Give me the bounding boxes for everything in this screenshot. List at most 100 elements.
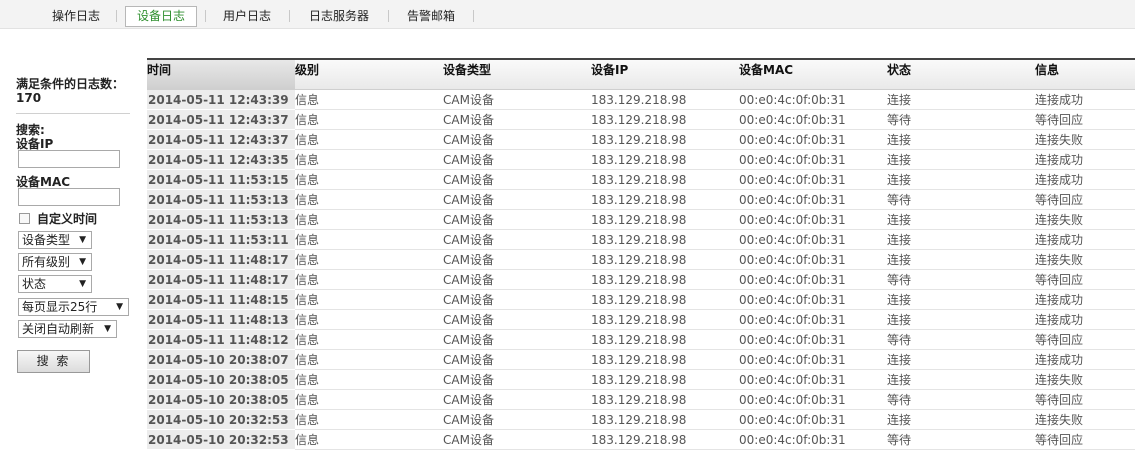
cell-device-type: CAM设备	[443, 289, 591, 310]
cell-device-type: CAM设备	[443, 249, 591, 270]
column-header-time[interactable]: 时间	[147, 58, 295, 90]
cell-device-type: CAM设备	[443, 129, 591, 150]
level-select-value: 所有级别	[22, 255, 71, 269]
cell-device-ip: 183.129.218.98	[591, 109, 739, 130]
table-row: 2014-05-11 11:48:12 信息 CAM设备 183.129.218.98…	[147, 329, 1135, 350]
log-count-label: 满足条件的日志数：	[16, 77, 125, 91]
cell-info: 等待回应	[1035, 429, 1135, 450]
cell-time: 2014-05-11 12:43:37	[147, 109, 295, 130]
tab-operation-log[interactable]: 操作日志	[48, 7, 104, 25]
cell-time: 2014-05-11 12:43:37	[147, 129, 295, 150]
tab-device-log[interactable]: 设备日志	[125, 6, 197, 27]
cell-time: 2014-05-11 11:48:17	[147, 249, 295, 270]
cell-device-type: CAM设备	[443, 149, 591, 170]
cell-device-ip: 183.129.218.98	[591, 89, 739, 110]
cell-status: 连接	[887, 89, 1035, 110]
device-mac-input[interactable]	[18, 188, 120, 206]
tab-user-log[interactable]: 用户日志	[219, 7, 275, 25]
cell-device-ip: 183.129.218.98	[591, 389, 739, 410]
search-button[interactable]: 搜 索	[17, 350, 90, 373]
cell-time: 2014-05-10 20:32:53	[147, 429, 295, 450]
cell-device-ip: 183.129.218.98	[591, 189, 739, 210]
device-ip-input[interactable]	[18, 150, 120, 168]
cell-info: 连接成功	[1035, 89, 1135, 110]
tab-alarm-mailbox[interactable]: 告警邮箱	[402, 7, 460, 25]
cell-level: 信息	[295, 369, 443, 390]
cell-device-mac: 00:e0:4c:0f:0b:31	[739, 89, 887, 110]
column-header-status[interactable]: 状态	[887, 58, 1035, 90]
cell-time: 2014-05-10 20:32:53	[147, 409, 295, 430]
table-row: 2014-05-10 20:38:05 信息 CAM设备 183.129.218.98…	[147, 389, 1135, 410]
cell-device-type: CAM设备	[443, 169, 591, 190]
column-header-device-type[interactable]: 设备类型	[443, 58, 591, 90]
column-header-info[interactable]: 信息	[1035, 58, 1135, 90]
cell-level: 信息	[295, 389, 443, 410]
cell-device-mac: 00:e0:4c:0f:0b:31	[739, 129, 887, 150]
cell-info: 等待回应	[1035, 269, 1135, 290]
cell-info: 等待回应	[1035, 329, 1135, 350]
cell-device-mac: 00:e0:4c:0f:0b:31	[739, 429, 887, 450]
sidebar-divider	[16, 113, 130, 114]
tab-log-server[interactable]: 日志服务器	[304, 7, 374, 25]
table-row: 2014-05-10 20:32:53 信息 CAM设备 183.129.218.98…	[147, 429, 1135, 450]
cell-status: 连接	[887, 349, 1035, 370]
chevron-down-icon: ▼	[104, 324, 111, 334]
cell-level: 信息	[295, 109, 443, 130]
cell-device-mac: 00:e0:4c:0f:0b:31	[739, 149, 887, 170]
tab-separator	[388, 10, 389, 22]
table-row: 2014-05-11 11:48:17 信息 CAM设备 183.129.218.98…	[147, 269, 1135, 290]
cell-status: 等待	[887, 389, 1035, 410]
cell-device-ip: 183.129.218.98	[591, 129, 739, 150]
table-body: 2014-05-11 12:43:39 信息 CAM设备 183.129.218.98…	[147, 89, 1135, 450]
custom-time-label: 自定义时间	[37, 212, 98, 226]
device-type-select[interactable]: 设备类型 ▼	[18, 231, 92, 249]
cell-level: 信息	[295, 409, 443, 430]
cell-time: 2014-05-11 11:53:13	[147, 189, 295, 210]
cell-device-mac: 00:e0:4c:0f:0b:31	[739, 289, 887, 310]
tab-separator	[289, 10, 290, 22]
cell-level: 信息	[295, 149, 443, 170]
table-header-row: 时间 级别 设备类型 设备IP 设备MAC 状态 信息	[147, 58, 1135, 90]
custom-time-checkbox[interactable]	[19, 213, 30, 224]
cell-status: 连接	[887, 249, 1035, 270]
device-log-table: 时间 级别 设备类型 设备IP 设备MAC 状态 信息 2014-05-11 1…	[147, 58, 1135, 450]
cell-level: 信息	[295, 349, 443, 370]
cell-info: 连接成功	[1035, 309, 1135, 330]
table-row: 2014-05-11 11:48:13 信息 CAM设备 183.129.218.98…	[147, 309, 1135, 330]
table-row: 2014-05-11 12:43:37 信息 CAM设备 183.129.218.98…	[147, 129, 1135, 150]
status-select-value: 状态	[22, 277, 47, 291]
level-select[interactable]: 所有级别 ▼	[18, 253, 92, 271]
cell-device-mac: 00:e0:4c:0f:0b:31	[739, 389, 887, 410]
cell-device-mac: 00:e0:4c:0f:0b:31	[739, 369, 887, 390]
cell-status: 连接	[887, 169, 1035, 190]
page-size-select[interactable]: 每页显示25行 ▼	[18, 298, 129, 316]
cell-level: 信息	[295, 309, 443, 330]
cell-device-type: CAM设备	[443, 229, 591, 250]
cell-status: 连接	[887, 229, 1035, 250]
cell-info: 连接成功	[1035, 289, 1135, 310]
column-header-level[interactable]: 级别	[295, 58, 443, 90]
status-select[interactable]: 状态 ▼	[18, 275, 92, 293]
auto-refresh-select[interactable]: 关闭自动刷新 ▼	[18, 320, 117, 338]
cell-device-ip: 183.129.218.98	[591, 309, 739, 330]
column-header-device-ip[interactable]: 设备IP	[591, 58, 739, 90]
chevron-down-icon: ▼	[116, 302, 123, 312]
cell-time: 2014-05-10 20:38:05	[147, 389, 295, 410]
column-header-device-mac[interactable]: 设备MAC	[739, 58, 887, 90]
cell-status: 等待	[887, 189, 1035, 210]
cell-info: 连接成功	[1035, 169, 1135, 190]
cell-level: 信息	[295, 269, 443, 290]
cell-device-type: CAM设备	[443, 309, 591, 330]
table-row: 2014-05-10 20:32:53 信息 CAM设备 183.129.218.98…	[147, 409, 1135, 430]
cell-device-type: CAM设备	[443, 329, 591, 350]
tab-separator	[205, 10, 206, 22]
cell-info: 连接成功	[1035, 229, 1135, 250]
cell-info: 连接失败	[1035, 209, 1135, 230]
cell-device-ip: 183.129.218.98	[591, 429, 739, 450]
table-row: 2014-05-11 12:43:39 信息 CAM设备 183.129.218.98…	[147, 89, 1135, 110]
table-row: 2014-05-11 11:53:13 信息 CAM设备 183.129.218.98…	[147, 209, 1135, 230]
cell-info: 连接失败	[1035, 369, 1135, 390]
auto-refresh-select-value: 关闭自动刷新	[22, 322, 95, 336]
cell-device-type: CAM设备	[443, 89, 591, 110]
cell-time: 2014-05-11 11:53:15	[147, 169, 295, 190]
